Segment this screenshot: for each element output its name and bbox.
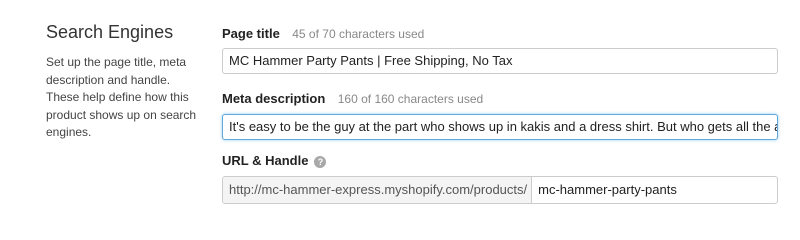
url-handle-label: URL & Handle [222, 153, 309, 168]
section-description: Set up the page title, meta description … [46, 55, 197, 139]
meta-description-label-row: Meta description 160 of 160 characters u… [222, 91, 483, 107]
page-title-input[interactable]: MC Hammer Party Pants | Free Shipping, N… [222, 48, 778, 74]
page-title-char-count: 45 of 70 characters used [292, 27, 425, 41]
search-engines-sidebar: Search Engines Set up the page title, me… [46, 20, 206, 142]
question-circle-icon[interactable]: ? [314, 156, 327, 168]
page-title-label: Page title [222, 26, 280, 41]
url-handle-field: http://mc-hammer-express.myshopify.com/p… [222, 176, 778, 204]
meta-description-label: Meta description [222, 91, 326, 106]
url-handle-label-row: URL & Handle? [222, 153, 327, 169]
page-title-label-row: Page title 45 of 70 characters used [222, 26, 424, 42]
url-prefix: http://mc-hammer-express.myshopify.com/p… [223, 177, 533, 203]
section-title: Search Engines [46, 22, 174, 42]
meta-description-input[interactable]: It's easy to be the guy at the part who … [222, 114, 778, 140]
meta-description-char-count: 160 of 160 characters used [337, 92, 484, 106]
url-handle-input[interactable]: mc-hammer-party-pants [532, 177, 777, 203]
